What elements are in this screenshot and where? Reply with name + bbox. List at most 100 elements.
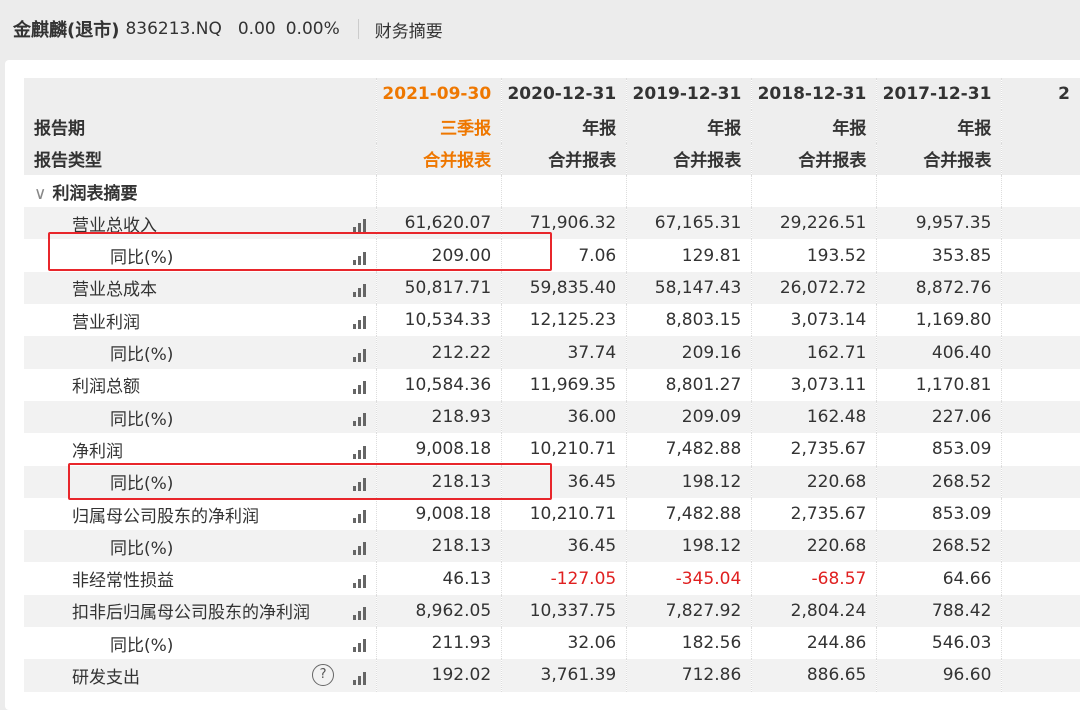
value-cell: -68.57 [751,562,877,595]
value-cell: 182.56 [626,627,752,660]
chart-icon[interactable] [353,445,367,459]
value-cell: 64.66 [876,562,1002,595]
column-header-date[interactable]: 2021-09-30 [376,78,502,111]
empty-cell [876,174,1002,208]
value-cell: 162.48 [751,400,877,434]
value-cell: 58,147.43 [626,271,752,305]
row-label: 利润总额 [24,369,377,401]
partial-cell [1001,304,1080,337]
value-cell: 268.52 [876,530,1002,563]
chart-icon[interactable] [353,542,367,556]
chart-icon[interactable] [353,607,367,621]
column-header-date[interactable]: 2019-12-31 [626,78,752,111]
row-label-text: 利润总额 [72,377,140,398]
chart-icon[interactable] [353,316,367,330]
value-cell: 2,735.67 [751,497,877,531]
row-label: 净利润 [24,433,377,465]
chart-icon[interactable] [353,413,367,427]
value-cell: 353.85 [876,239,1002,272]
value-cell: 50,817.71 [376,271,502,305]
section-tab-financial-summary[interactable]: 财务摘要 [375,17,443,42]
header-label: 报告类型 [24,142,377,175]
value-cell: 8,801.27 [626,368,752,401]
table-row: 同比(%) 218.93 36.00 209.09 162.48 227.06 [24,400,1080,434]
header-label: 报告期 [24,110,377,143]
chevron-down-icon[interactable]: ∨ [34,184,46,204]
value-cell: 9,008.18 [376,497,502,531]
table-row: 营业总成本 50,817.71 59,835.40 58,147.43 26,072.7… [24,271,1080,305]
table-row: 扣非后归属母公司股东的净利润 8,962.05 10,337.75 7,827.92 2… [24,594,1080,628]
stock-change: 0.00% [285,19,340,39]
partial-cell [1001,336,1080,369]
row-label-text: 同比(%) [110,409,174,430]
chart-icon[interactable] [353,348,367,362]
partial-cell [1001,659,1080,692]
highlight-box [68,463,552,500]
value-cell: 8,803.15 [626,304,752,337]
stock-code: 836213.NQ [125,19,222,39]
value-cell: 8,872.76 [876,271,1002,305]
column-header-date[interactable]: 2017-12-31 [876,78,1002,111]
empty-cell [501,174,627,208]
section-title: 利润表摘要 [52,183,138,204]
value-cell: 10,337.75 [501,594,627,628]
row-label: 归属母公司股东的净利润 [24,498,377,530]
value-cell: 26,072.72 [751,271,877,305]
table-row: 研发支出? 192.02 3,761.39 712.86 886.65 96.60 [24,659,1080,692]
value-cell: 788.42 [876,594,1002,628]
row-label-text: 同比(%) [110,635,174,656]
partial-column [1001,110,1080,143]
value-cell: 546.03 [876,627,1002,660]
chart-icon[interactable] [353,510,367,524]
column-header-date[interactable]: 2018-12-31 [751,78,877,111]
chart-icon[interactable] [353,671,367,685]
row-label-text: 同比(%) [110,538,174,559]
chart-icon[interactable] [353,574,367,588]
value-cell: 12,125.23 [501,304,627,337]
section-label[interactable]: ∨ 利润表摘要 [24,175,377,207]
table-row: 归属母公司股东的净利润 9,008.18 10,210.71 7,482.88 2,73… [24,497,1080,531]
value-cell: 886.65 [751,659,877,692]
value-cell: 220.68 [751,465,877,498]
value-cell: 36.45 [501,530,627,563]
chart-icon[interactable] [353,219,367,233]
chart-icon[interactable] [353,639,367,653]
value-cell: 96.60 [876,659,1002,692]
value-cell: 218.13 [376,530,502,563]
partial-cell [1001,400,1080,434]
value-cell: 129.81 [626,239,752,272]
value-cell: 212.22 [376,336,502,369]
row-label: 非经常性损益 [24,562,377,594]
row-label-text: 研发支出 [72,667,140,688]
column-header-period: 年报 [626,110,752,143]
value-cell: 162.71 [751,336,877,369]
value-cell: 37.74 [501,336,627,369]
value-cell: 10,210.71 [501,497,627,531]
value-cell: 209.16 [626,336,752,369]
value-cell: 1,169.80 [876,304,1002,337]
help-icon[interactable]: ? [312,664,335,687]
value-cell: 10,584.36 [376,368,502,401]
column-header-type: 合并报表 [376,142,502,175]
table-row: 同比(%) 212.22 37.74 209.16 162.71 406.40 [24,336,1080,369]
section-row[interactable]: ∨ 利润表摘要 [24,174,1080,208]
partial-cell [1001,271,1080,305]
stock-header: 金麒麟(退市) 836213.NQ 0.00 0.00% 财务摘要 [0,0,1080,58]
value-cell: 198.12 [626,465,752,498]
highlight-box [48,232,552,271]
value-cell: 7,482.88 [626,433,752,466]
value-cell: 244.86 [751,627,877,660]
partial-cell [1001,562,1080,595]
value-cell: 7,827.92 [626,594,752,628]
header-row: 报告类型 合并报表 合并报表 合并报表 合并报表 合并报表 [24,142,1080,175]
chart-icon[interactable] [353,380,367,394]
partial-cell [1001,594,1080,628]
value-cell: 209.09 [626,400,752,434]
value-cell: 211.93 [376,627,502,660]
empty-cell [1001,174,1080,208]
column-header-date[interactable]: 2020-12-31 [501,78,627,111]
stock-name: 金麒麟(退市) [13,20,120,41]
column-header-type: 合并报表 [626,142,752,175]
chart-icon[interactable] [353,284,367,298]
row-label-text: 同比(%) [110,345,174,366]
